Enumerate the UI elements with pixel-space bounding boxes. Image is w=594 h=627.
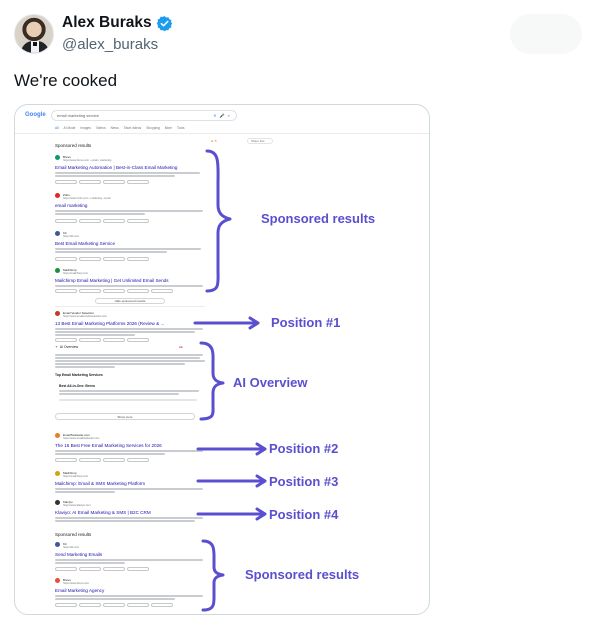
tweet-media-image[interactable]: Google email marketing service ✕ 🎤 ⌕ All… — [14, 104, 430, 615]
annotation-layer — [193, 149, 267, 612]
annotation-ai-overview: AI Overview — [233, 375, 308, 390]
arrow-position-1-icon — [193, 316, 260, 330]
annotation-position-2: Position #2 — [269, 441, 339, 456]
curly-brace-ai-icon — [199, 341, 225, 421]
verified-badge-icon — [156, 15, 172, 31]
author-name[interactable]: Alex Buraks — [62, 14, 152, 32]
tweet-text: We're cooked — [14, 71, 118, 90]
arrow-position-3-icon — [196, 474, 267, 488]
curly-brace-bottom-icon — [201, 539, 225, 612]
arrow-position-2-icon — [196, 442, 267, 456]
author-avatar[interactable] — [14, 14, 54, 54]
curly-brace-top-icon — [205, 149, 232, 293]
annotation-position-4: Position #4 — [269, 507, 339, 522]
follow-button[interactable] — [510, 14, 582, 54]
author-name-row: Alex Buraks — [62, 14, 173, 32]
annotation-position-3: Position #3 — [269, 474, 339, 489]
annotation-position-1: Position #1 — [271, 315, 341, 330]
author-handle[interactable]: @alex_buraks — [62, 36, 158, 53]
arrow-position-4-icon — [196, 507, 267, 521]
annotation-sponsored-bottom: Sponsored results — [245, 567, 360, 582]
annotation-sponsored-top: Sponsored results — [261, 211, 376, 226]
